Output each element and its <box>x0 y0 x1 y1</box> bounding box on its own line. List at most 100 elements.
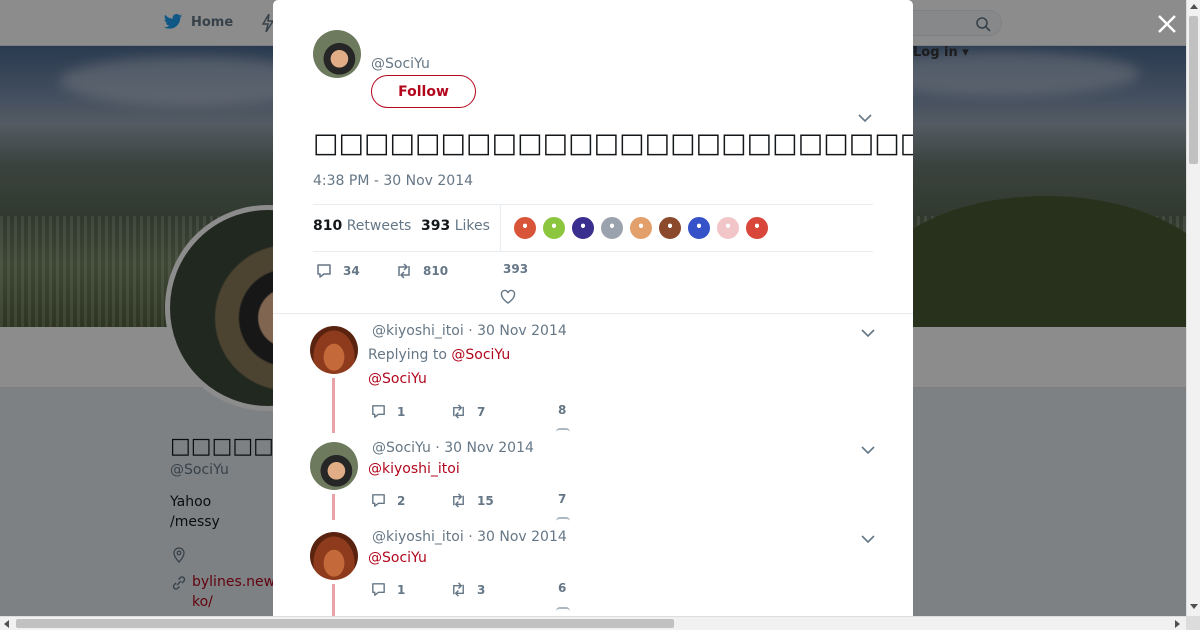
retweet-count: 15 <box>477 493 494 508</box>
liker-avatar[interactable] <box>600 216 624 240</box>
tweet-text: □□□□□□□□□□□□□□□□□□□□□□□□□□□□□□□□□□□□□□□□… <box>313 128 913 159</box>
scroll-down-arrow[interactable] <box>1190 604 1198 609</box>
retweet-icon <box>453 404 464 419</box>
tweet-author-avatar[interactable] <box>313 30 361 78</box>
liker-avatar[interactable] <box>716 216 740 240</box>
reply-count: 1 <box>397 582 406 597</box>
like-count: 8 <box>558 403 567 417</box>
replying-to: Replying to @SociYu <box>368 347 510 363</box>
reply-author[interactable]: @kiyoshi_itoi <box>372 529 464 545</box>
tweet-actions: 34 810 393 <box>313 262 873 302</box>
retweet-button[interactable]: 15 <box>450 492 494 509</box>
horizontal-scrollbar[interactable] <box>0 616 1186 630</box>
reply-header: @kiyoshi_itoi · 30 Nov 2014 <box>372 529 567 545</box>
like-count: 393 <box>503 262 529 276</box>
close-icon[interactable] <box>1155 12 1179 36</box>
reply-text[interactable]: @SociYu <box>368 371 427 387</box>
chevron-down-icon[interactable] <box>861 534 875 544</box>
like-button[interactable]: 7 <box>558 492 566 506</box>
thread-line <box>332 494 335 520</box>
vertical-scrollbar[interactable] <box>1186 0 1200 616</box>
reply-date[interactable]: 30 Nov 2014 <box>444 440 534 456</box>
scroll-up-arrow[interactable] <box>1190 4 1198 9</box>
reply-button[interactable]: 34 <box>315 262 360 280</box>
liker-avatar[interactable] <box>745 216 769 240</box>
like-count: 7 <box>558 492 567 506</box>
reply-icon <box>372 583 385 596</box>
reply-count: 2 <box>397 493 406 508</box>
like-button[interactable]: 393 <box>503 262 528 276</box>
retweet-icon <box>398 263 410 279</box>
tweet-permalink-modal: @SociYu Follow □□□□□□□□□□□□□□□□□□□□□□□□□… <box>273 0 913 616</box>
like-button[interactable]: 6 <box>558 581 566 595</box>
replying-to-mention[interactable]: @SociYu <box>451 347 510 363</box>
retweet-button[interactable]: 810 <box>395 262 448 280</box>
vertical-scroll-thumb[interactable] <box>1189 16 1198 164</box>
reply-date[interactable]: 30 Nov 2014 <box>477 323 567 339</box>
reply-avatar[interactable] <box>310 532 358 580</box>
reply-tweet[interactable]: @kiyoshi_itoi · 30 Nov 2014 Replying to … <box>273 323 913 433</box>
thread-line <box>332 378 335 433</box>
thread-line <box>332 584 335 616</box>
replying-to-label: Replying to <box>368 347 447 363</box>
reply-avatar[interactable] <box>310 326 358 374</box>
chevron-down-icon[interactable] <box>861 328 875 338</box>
reply-count: 34 <box>343 264 360 278</box>
reply-icon <box>372 494 385 507</box>
retweet-button[interactable]: 3 <box>450 581 485 598</box>
retweet-icon <box>453 493 464 508</box>
heart-icon[interactable] <box>500 289 516 305</box>
heart-icon[interactable] <box>556 428 570 432</box>
scroll-right-arrow[interactable] <box>1175 620 1180 628</box>
retweet-icon <box>453 582 464 597</box>
heart-icon[interactable] <box>556 517 570 521</box>
reply-date[interactable]: 30 Nov 2014 <box>477 529 567 545</box>
likes-label: Likes <box>454 218 490 234</box>
chevron-down-icon[interactable] <box>861 445 875 455</box>
scrollbar-corner <box>1186 616 1200 630</box>
liker-avatar[interactable] <box>687 216 711 240</box>
retweet-count: 3 <box>477 582 486 597</box>
retweets-stat[interactable]: 810 Retweets <box>313 218 411 234</box>
tweet-stats: 810 Retweets 393 Likes <box>313 204 873 252</box>
reply-avatar[interactable] <box>310 442 358 490</box>
retweet-count: 810 <box>423 264 449 278</box>
reply-author[interactable]: @kiyoshi_itoi <box>372 323 464 339</box>
reply-author[interactable]: @SociYu <box>372 440 431 456</box>
liker-avatar[interactable] <box>571 216 595 240</box>
reply-button[interactable]: 1 <box>370 581 405 598</box>
liker-avatar[interactable] <box>542 216 566 240</box>
horizontal-scroll-thumb[interactable] <box>16 619 674 628</box>
retweets-label: Retweets <box>346 218 412 234</box>
scroll-left-arrow[interactable] <box>4 620 9 628</box>
heart-icon[interactable] <box>556 607 570 611</box>
reply-icon <box>317 264 331 278</box>
like-button[interactable]: 8 <box>558 403 566 417</box>
reply-button[interactable]: 2 <box>370 492 405 509</box>
reply-icon <box>372 405 385 418</box>
reply-header: @SociYu · 30 Nov 2014 <box>372 440 534 456</box>
reply-text[interactable]: @SociYu <box>368 550 427 566</box>
reply-button[interactable]: 1 <box>370 403 405 420</box>
reply-tweet[interactable]: @kiyoshi_itoi · 30 Nov 2014 @SociYu 1 3 … <box>273 529 913 616</box>
liker-avatar[interactable] <box>629 216 653 240</box>
liker-avatar[interactable] <box>658 216 682 240</box>
stats-divider <box>500 205 501 252</box>
retweet-button[interactable]: 7 <box>450 403 485 420</box>
reply-text[interactable]: @kiyoshi_itoi <box>368 461 460 477</box>
section-divider <box>273 313 913 314</box>
like-count: 6 <box>558 581 567 595</box>
chevron-down-icon[interactable] <box>858 113 872 123</box>
tweet-timestamp[interactable]: 4:38 PM - 30 Nov 2014 <box>313 173 473 189</box>
likes-count: 393 <box>421 218 451 234</box>
retweets-count: 810 <box>313 218 343 234</box>
reply-tweet[interactable]: @SociYu · 30 Nov 2014 @kiyoshi_itoi 2 15… <box>273 440 913 520</box>
follow-button[interactable]: Follow <box>371 75 476 108</box>
tweet-author-handle[interactable]: @SociYu <box>371 56 430 72</box>
reply-header: @kiyoshi_itoi · 30 Nov 2014 <box>372 323 567 339</box>
reply-count: 1 <box>397 404 406 419</box>
likers-avatars <box>513 216 769 240</box>
retweet-count: 7 <box>477 404 486 419</box>
likes-stat[interactable]: 393 Likes <box>421 218 490 234</box>
liker-avatar[interactable] <box>513 216 537 240</box>
